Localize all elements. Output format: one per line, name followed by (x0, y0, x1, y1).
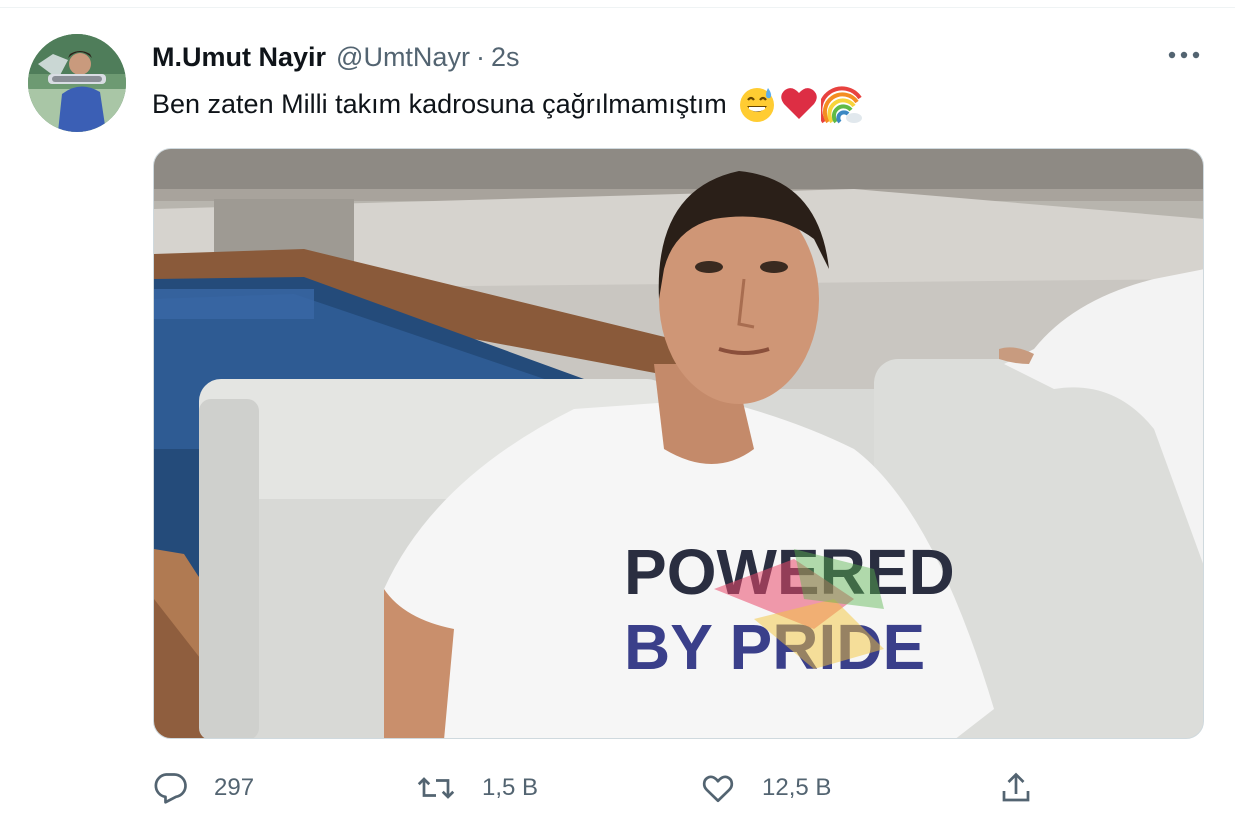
avatar[interactable] (28, 34, 126, 132)
top-divider (0, 0, 1235, 8)
display-name[interactable]: M.Umut Nayir (152, 42, 326, 73)
tweet-header: M.Umut Nayir @UmtNayr · 2s (152, 40, 519, 74)
tweet-actions: 297 1,5 B 12,5 B (152, 766, 1052, 810)
grinning-sweat-emoji (739, 88, 774, 122)
tweet-timestamp[interactable]: 2s (491, 42, 520, 73)
more-options-button[interactable] (1162, 40, 1206, 70)
reply-count: 297 (214, 774, 255, 801)
reply-button[interactable]: 297 (152, 766, 254, 810)
retweet-icon (417, 777, 455, 799)
emoji-row (737, 84, 863, 124)
separator-dot: · (475, 41, 485, 72)
rainbow-emoji (820, 86, 862, 124)
user-handle[interactable]: @UmtNayr (336, 42, 470, 73)
more-horizontal-icon (1168, 51, 1200, 59)
tweet-text: Ben zaten Milli takım kadrosuna çağrılma… (152, 84, 863, 124)
retweet-count: 1,5 B (482, 774, 539, 801)
retweet-button[interactable]: 1,5 B (416, 766, 538, 810)
red-heart-emoji (780, 88, 817, 119)
share-button[interactable] (998, 766, 1034, 810)
tweet-media-image[interactable]: POWERED BY PRIDE (153, 148, 1204, 739)
like-count: 12,5 B (762, 774, 832, 801)
share-upload-icon (1002, 772, 1030, 802)
heart-icon (702, 775, 734, 803)
tweet-text-content: Ben zaten Milli takım kadrosuna çağrılma… (152, 88, 727, 119)
like-button[interactable]: 12,5 B (700, 766, 831, 810)
reply-bubble-icon (154, 773, 187, 804)
